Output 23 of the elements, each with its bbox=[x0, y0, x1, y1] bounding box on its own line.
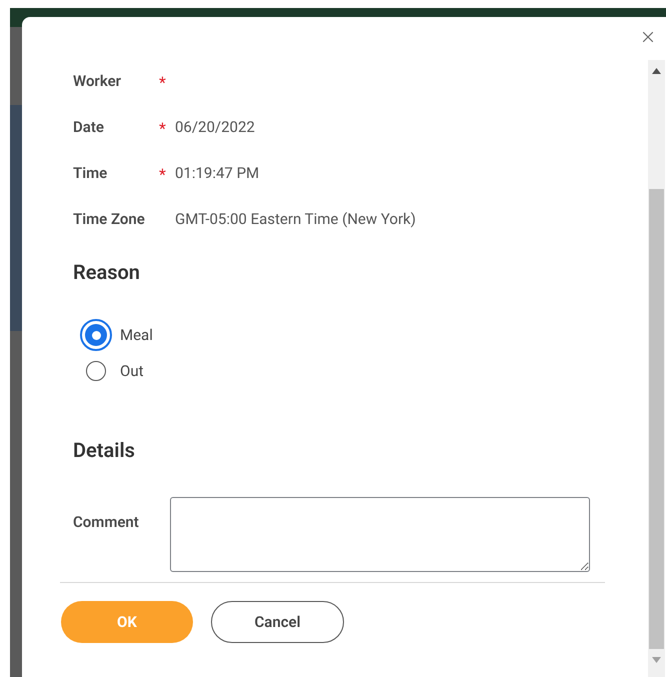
field-label: Worker bbox=[73, 71, 122, 91]
field-value: 06/20/2022 bbox=[175, 117, 255, 137]
required-mark: * bbox=[159, 119, 166, 138]
field-value: GMT-05:00 Eastern Time (New York) bbox=[175, 209, 416, 229]
radio-button[interactable] bbox=[86, 361, 106, 381]
field-label: Time Zone bbox=[73, 209, 146, 229]
radio-label: Out bbox=[120, 360, 144, 382]
comment-field[interactable] bbox=[170, 497, 590, 572]
radio-label: Meal bbox=[120, 324, 153, 346]
cancel-button[interactable]: Cancel bbox=[211, 601, 344, 643]
field-label: Comment bbox=[73, 512, 140, 533]
field-value: 01:19:47 PM bbox=[175, 163, 260, 183]
scrollbar[interactable] bbox=[648, 60, 665, 677]
scroll-up-icon[interactable] bbox=[652, 68, 661, 74]
field-label: Time bbox=[73, 163, 108, 183]
scrollbar-thumb[interactable] bbox=[649, 189, 664, 649]
section-heading: Details bbox=[73, 438, 135, 462]
required-mark: * bbox=[159, 165, 166, 184]
required-mark: * bbox=[159, 73, 166, 92]
radio-button[interactable] bbox=[80, 319, 112, 351]
section-heading: Reason bbox=[73, 260, 140, 284]
field-label: Date bbox=[73, 117, 105, 137]
scroll-down-icon[interactable] bbox=[652, 657, 661, 663]
